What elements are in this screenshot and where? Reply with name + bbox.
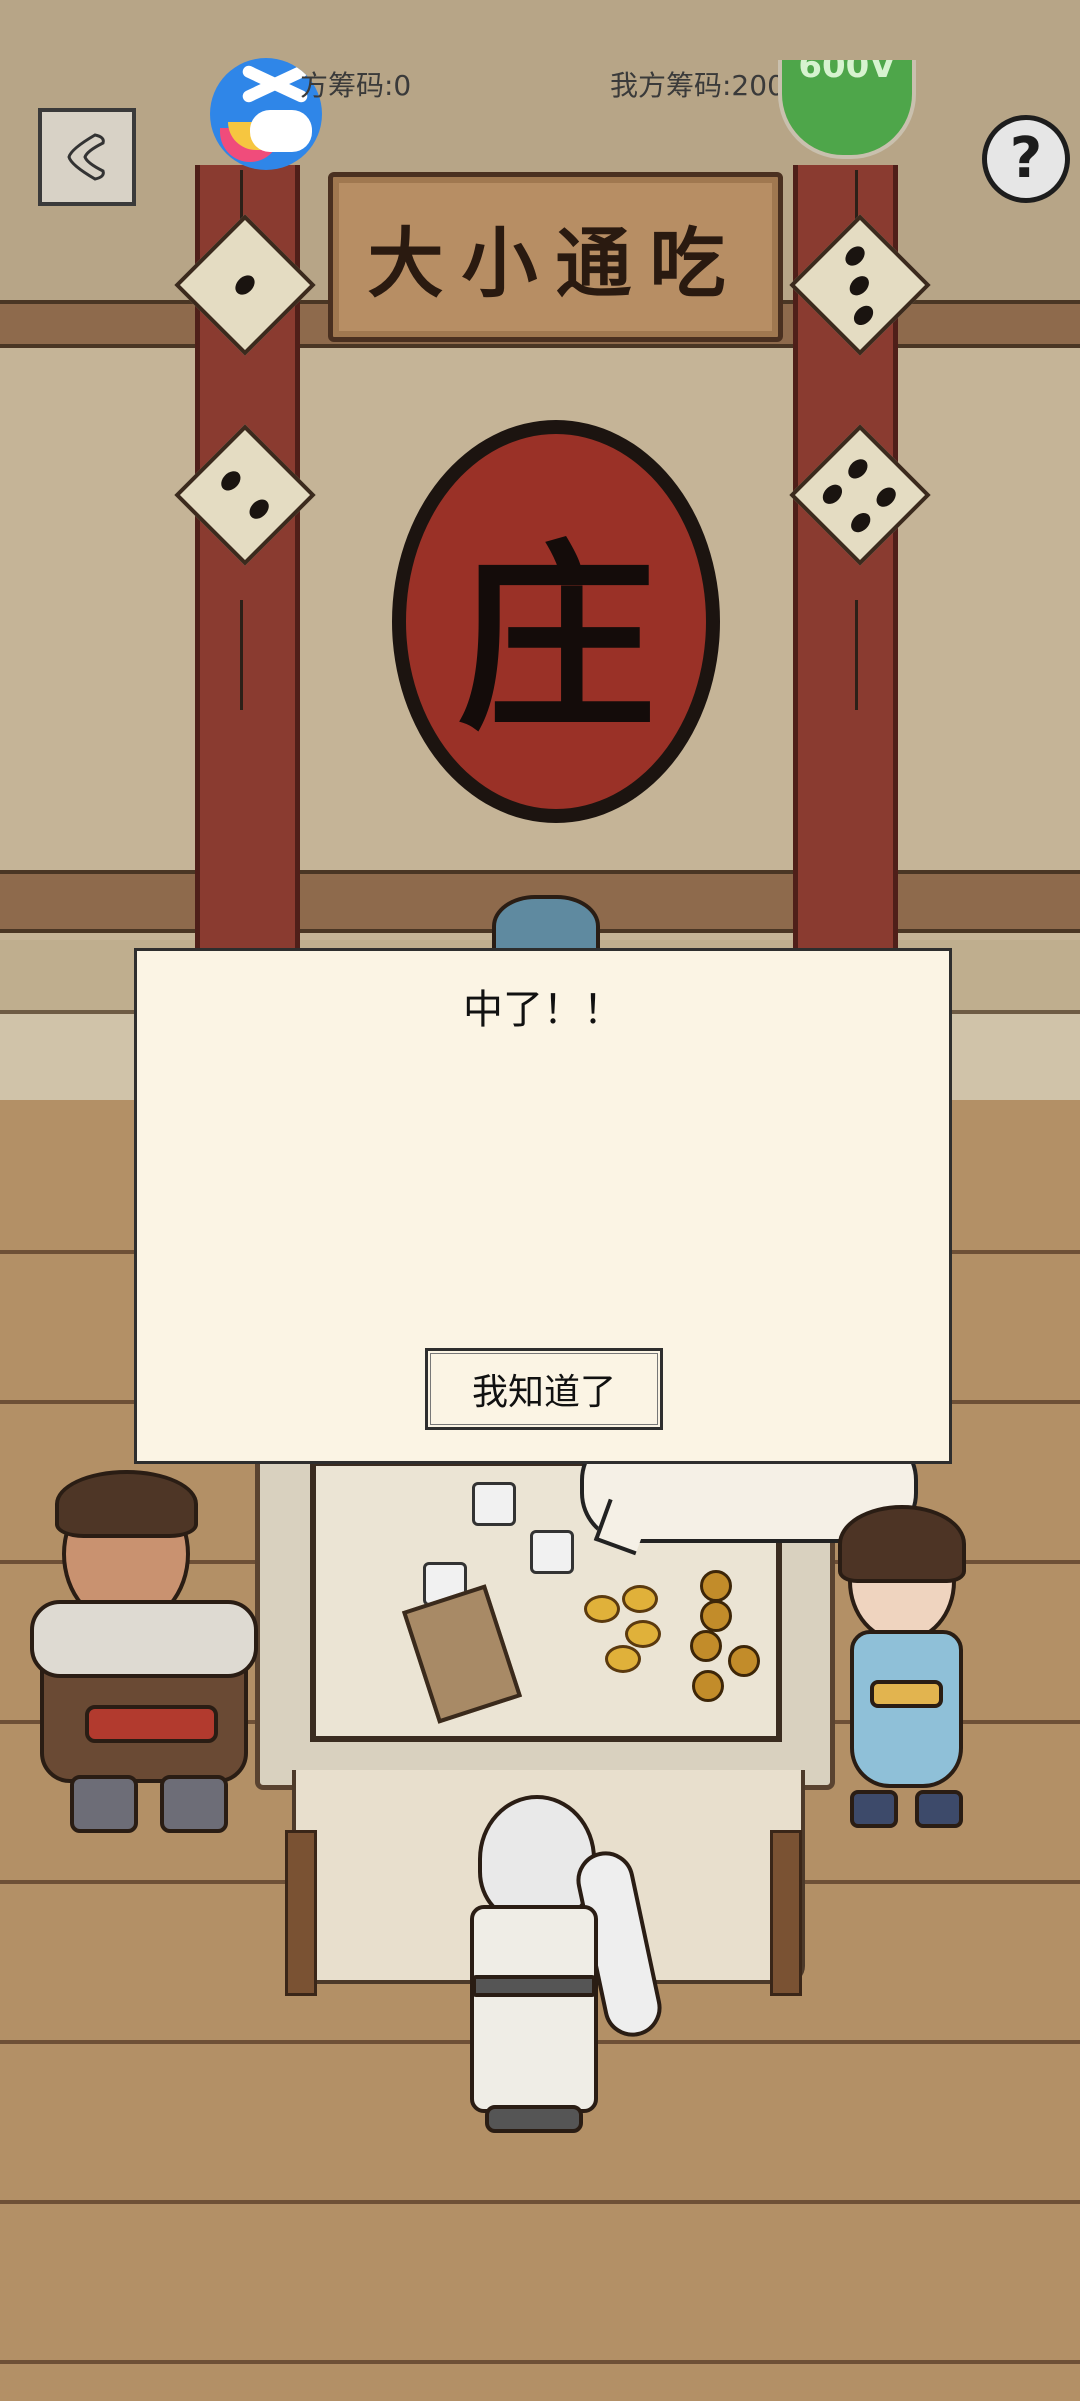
dialog-message: 中了！！ (463, 987, 623, 1033)
hanging-string (240, 600, 243, 710)
floor-seam (0, 2200, 1080, 2204)
die-icon (530, 1530, 574, 1574)
floor-seam (0, 2360, 1080, 2364)
character-shoes (485, 2105, 583, 2133)
confirm-button-label: 我知道了 (471, 1372, 616, 1413)
opponent-chips-label: 方筹码:0 (300, 69, 412, 102)
character-hair (55, 1470, 198, 1538)
table-leg (770, 1830, 802, 1996)
character-dress (850, 1630, 963, 1788)
sign-text: 大小通吃 (367, 219, 744, 308)
confirm-button[interactable]: 我知道了 (425, 1348, 663, 1430)
die-icon (472, 1482, 516, 1526)
banker-seal: 庄 (392, 420, 720, 823)
table-leg (285, 1830, 317, 1996)
gold-ingot-icon (625, 1620, 661, 1648)
character-leg (160, 1775, 228, 1833)
character-hair (838, 1505, 966, 1583)
hanging-string (855, 600, 858, 710)
robe-belt (472, 1975, 596, 1997)
seal-text: 庄 (455, 521, 656, 757)
white-hair (478, 1795, 596, 1923)
question-mark-icon: ? (1009, 126, 1043, 191)
character-foot (850, 1790, 898, 1828)
character-leg (70, 1775, 138, 1833)
red-belt (85, 1705, 218, 1743)
white-robe (470, 1905, 598, 2113)
gold-ingot-icon (622, 1585, 658, 1613)
character-foot (915, 1790, 963, 1828)
character-sash (870, 1680, 943, 1708)
back-button[interactable] (38, 108, 136, 206)
result-dialog: 中了！！ 我知道了 (134, 948, 952, 1464)
coin-icon (700, 1600, 732, 1632)
coin-icon (700, 1570, 732, 1602)
hanging-sign: 大小通吃 (328, 172, 783, 342)
help-button[interactable]: ? (982, 115, 1070, 203)
coin-icon (692, 1670, 724, 1702)
gold-ingot-icon (605, 1645, 641, 1673)
fur-collar (30, 1600, 258, 1678)
coin-icon (690, 1630, 722, 1662)
back-arrow-icon (67, 133, 105, 181)
green-button-text: 600V (798, 60, 896, 86)
coin-icon (728, 1645, 760, 1677)
gold-ingot-icon (584, 1595, 620, 1623)
